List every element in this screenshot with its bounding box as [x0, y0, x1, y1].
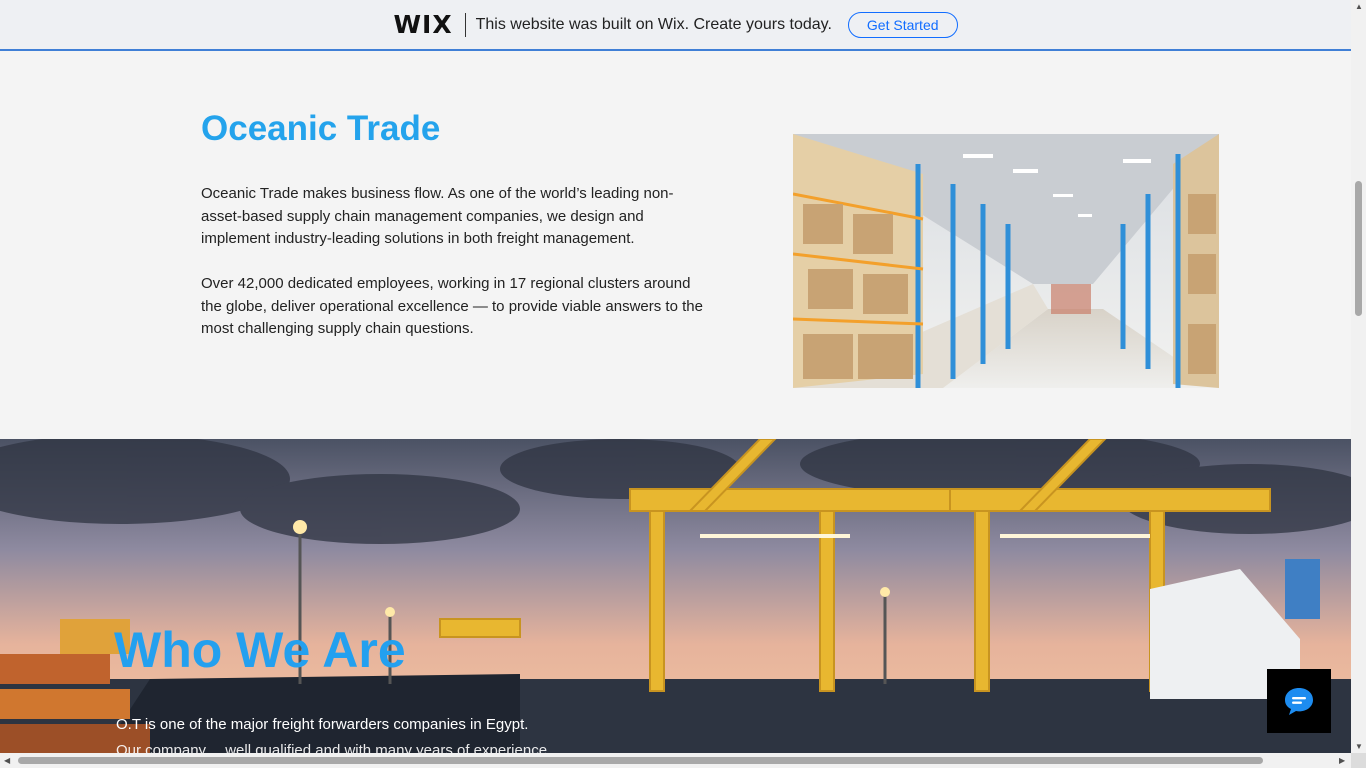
horizontal-scroll-thumb[interactable]	[18, 757, 1263, 764]
who-we-are-section: Who We Are O.T is one of the major freig…	[0, 439, 1351, 755]
scroll-right-icon[interactable]: ▶	[1339, 757, 1345, 765]
wix-banner-message: This website was built on Wix. Create yo…	[475, 15, 832, 33]
banner-divider	[464, 12, 466, 37]
chat-button[interactable]	[1267, 669, 1331, 733]
horizontal-scrollbar[interactable]: ◀ ▶	[0, 753, 1351, 768]
about-section: Oceanic Trade Oceanic Trade makes busine…	[0, 53, 1351, 439]
port-background-image	[0, 439, 1351, 755]
vertical-scrollbar[interactable]: ▲ ▼	[1351, 0, 1366, 768]
who-we-are-line-1: O.T is one of the major freight forwarde…	[116, 716, 529, 733]
wix-banner: WIX This website was built on Wix. Creat…	[0, 0, 1351, 51]
scrollbar-corner	[1351, 753, 1366, 768]
scroll-up-icon[interactable]: ▲	[1355, 3, 1363, 11]
about-paragraph-1: Oceanic Trade makes business flow. As on…	[201, 185, 674, 247]
scroll-down-icon[interactable]: ▼	[1355, 743, 1363, 751]
get-started-button[interactable]: Get Started	[847, 11, 958, 38]
scroll-left-icon[interactable]: ◀	[4, 757, 10, 765]
about-paragraph-2: Over 42,000 dedicated employees, working…	[201, 275, 703, 337]
vertical-scroll-thumb[interactable]	[1355, 181, 1362, 316]
who-we-are-title: Who We Are	[114, 622, 406, 678]
warehouse-image	[793, 134, 1219, 388]
wix-logo[interactable]: WIX	[393, 10, 452, 39]
chat-bubble-icon	[1285, 688, 1313, 715]
section-title: Oceanic Trade	[201, 109, 441, 148]
